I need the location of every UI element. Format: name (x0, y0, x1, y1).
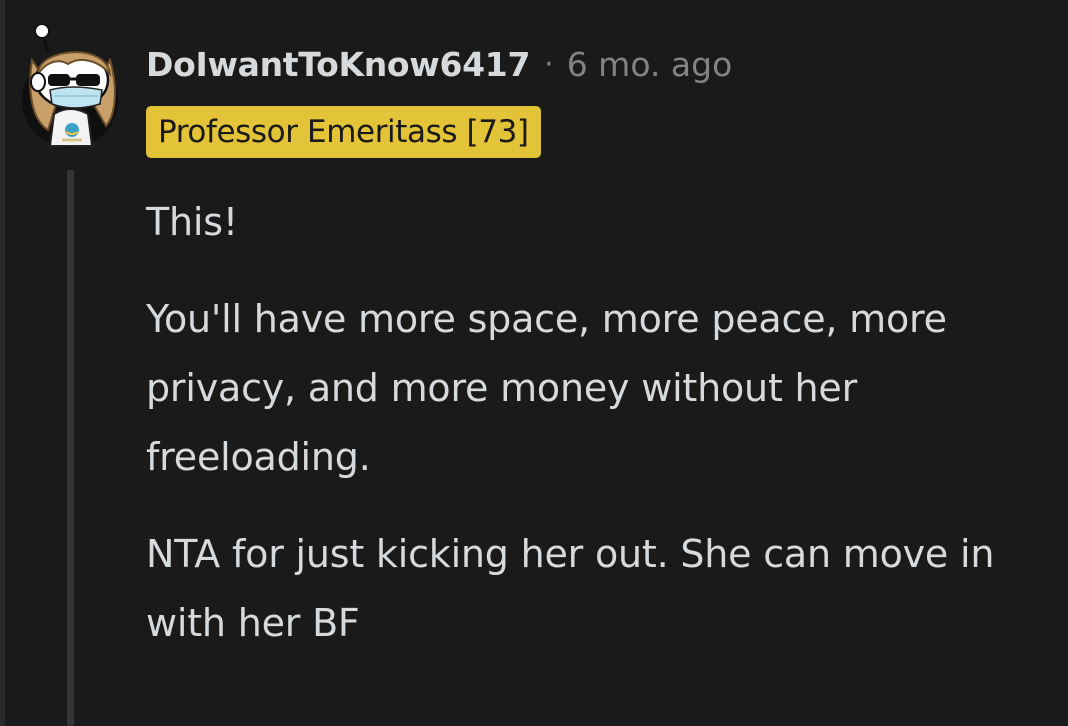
user-flair-badge: Professor Emeritass [73] (146, 106, 541, 158)
comment-paragraph: This! (146, 200, 238, 244)
thread-collapse-line[interactable] (67, 170, 74, 726)
comment-header: DoIwantToKnow6417 · 6 mo. ago (146, 38, 732, 90)
avatar[interactable] (18, 18, 128, 150)
snoo-avatar-icon (22, 23, 118, 148)
comment-paragraph: You'll have more space, more peace, more… (146, 297, 947, 479)
timestamp-link[interactable]: 6 mo. ago (567, 45, 733, 84)
comment: DoIwantToKnow6417 · 6 mo. ago Professor … (0, 0, 1068, 726)
username-link[interactable]: DoIwantToKnow6417 (146, 45, 530, 84)
header-separator: · (544, 46, 554, 82)
left-edge-border (0, 0, 5, 726)
comment-body: This! You'll have more space, more peace… (146, 188, 1046, 686)
comment-paragraph: NTA for just kicking her out. She can mo… (146, 532, 995, 645)
